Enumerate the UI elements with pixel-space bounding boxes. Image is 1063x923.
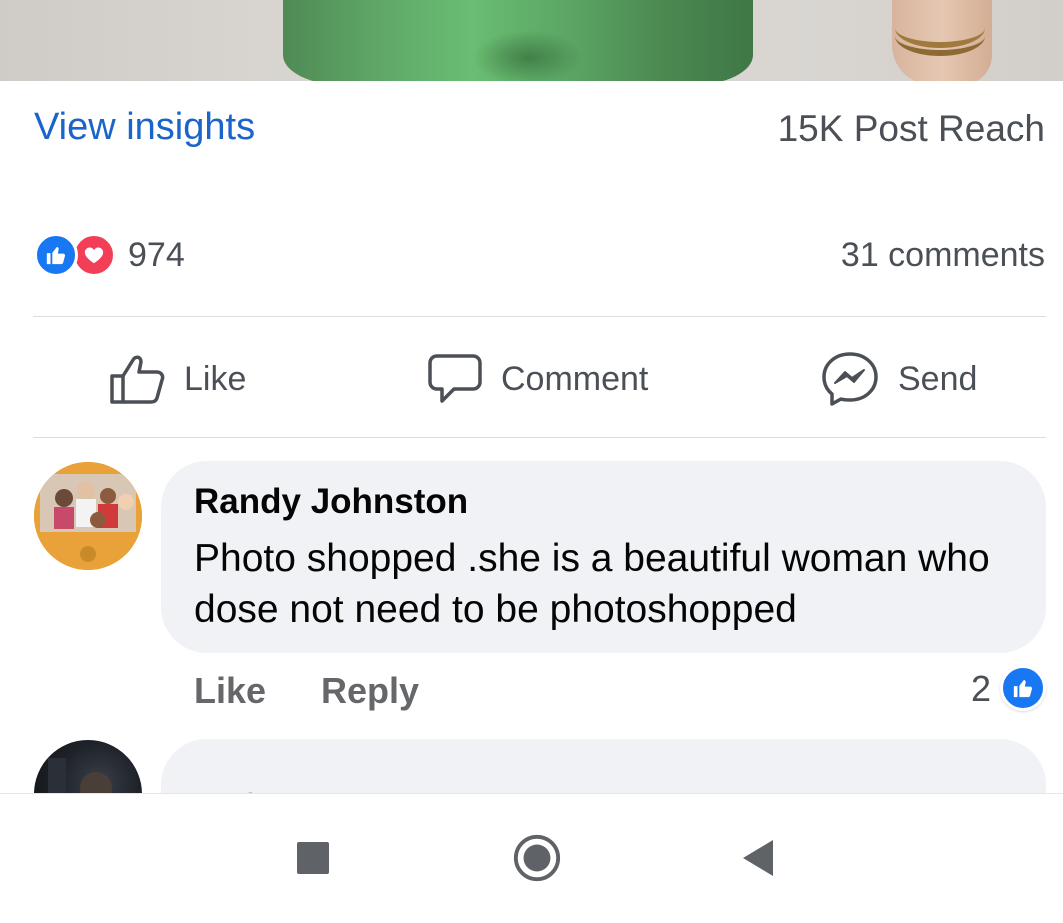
comment-like-count[interactable]: 2 <box>971 668 991 710</box>
thumbs-up-outline-icon <box>110 355 165 404</box>
like-reaction-icon <box>1000 665 1046 711</box>
comment-button[interactable]: Comment <box>427 350 648 408</box>
comments-count-link[interactable]: 31 comments <box>841 236 1045 275</box>
comment-like-button[interactable]: Like <box>194 670 266 712</box>
love-reaction-icon <box>72 233 116 277</box>
reactions-summary[interactable]: 974 <box>34 232 185 278</box>
post-photo[interactable] <box>0 0 1063 81</box>
send-button[interactable]: Send <box>820 350 977 408</box>
post-reach-count: 15K Post Reach <box>777 108 1045 149</box>
system-nav-bar <box>0 793 1063 923</box>
photo-green-dress <box>283 0 753 81</box>
comment-button-label: Comment <box>501 359 649 398</box>
like-reaction-icon <box>34 233 78 277</box>
photo-bracelet <box>895 16 985 56</box>
send-button-label: Send <box>898 359 978 398</box>
facebook-post-page: View insights 15K Post Reach 974 31 comm… <box>0 0 1063 923</box>
comment-author-name[interactable]: Randy Johnston <box>194 482 468 522</box>
comment-text: Photo shopped .she is a beautiful woman … <box>194 537 990 631</box>
like-button-label: Like <box>184 359 247 398</box>
commenter-avatar[interactable] <box>34 462 142 570</box>
recents-square-icon[interactable] <box>288 833 338 883</box>
speech-bubble-icon <box>428 354 482 403</box>
divider <box>33 316 1046 317</box>
divider <box>33 437 1046 438</box>
write-comment-input[interactable] <box>161 739 1046 793</box>
my-avatar[interactable] <box>34 740 142 793</box>
view-insights-link[interactable]: View insights <box>34 106 255 149</box>
reaction-count: 974 <box>128 235 185 274</box>
back-triangle-icon[interactable] <box>734 833 784 883</box>
like-button[interactable]: Like <box>108 350 246 408</box>
comment-composer <box>0 735 1063 793</box>
comment-reply-button[interactable]: Reply <box>321 670 419 712</box>
home-circle-icon[interactable] <box>512 833 562 883</box>
messenger-icon <box>822 352 878 406</box>
